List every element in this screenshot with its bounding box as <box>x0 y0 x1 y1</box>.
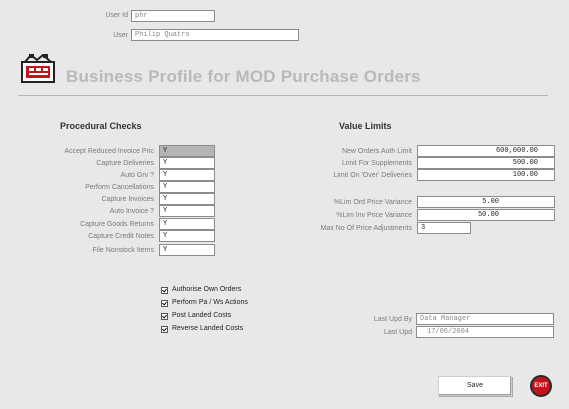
reverse-landed-costs-label: Reverse Landed Costs <box>172 325 244 332</box>
limit-over-deliveries-label: Limit On 'Over' Deliveries <box>333 172 412 179</box>
post-landed-costs-checkbox[interactable] <box>161 313 168 320</box>
title-divider <box>18 95 548 96</box>
capture-deliveries-field[interactable]: Y <box>159 157 215 169</box>
authorise-own-orders-checkbox[interactable] <box>161 287 168 294</box>
capture-goods-returns-label: Capture Goods Returns <box>80 221 154 228</box>
user-label: User <box>113 32 128 39</box>
lim-ord-price-variance-field[interactable]: 5.00 <box>417 196 555 208</box>
post-landed-costs-label: Post Landed Costs <box>172 312 232 319</box>
capture-credit-notes-field[interactable]: Y <box>159 230 215 242</box>
auto-grv-label: Auto Grv ? <box>120 172 154 179</box>
accept-reduced-invoice-label: Accept Reduced Invoice Pric <box>64 148 155 155</box>
capture-invoices-field[interactable]: Y <box>159 193 215 205</box>
authorise-own-orders-label: Authorise Own Orders <box>172 286 242 293</box>
perform-pa-ws-actions-checkbox[interactable] <box>161 300 168 307</box>
perform-cancellations-field[interactable]: Y <box>159 181 215 193</box>
lim-inv-price-variance-label: %Lim Inv Price Variance <box>336 212 412 219</box>
capture-invoices-label: Capture Invoices <box>101 196 154 203</box>
limit-for-supplements-label: Limit For Supplements <box>341 160 412 167</box>
last-upd-label: Last Upd <box>383 329 412 336</box>
perform-cancellations-label: Perform Cancellations <box>85 184 154 191</box>
auto-invoice-field[interactable]: Y <box>159 205 215 217</box>
file-nonstock-items-label: File Nonstock Items <box>92 247 154 254</box>
max-price-adjustments-field[interactable]: 3 <box>417 222 471 234</box>
lim-inv-price-variance-field[interactable]: 50.00 <box>417 209 555 221</box>
user-id-field: phr <box>131 10 215 22</box>
auto-invoice-label: Auto Invoice ? <box>109 208 154 215</box>
last-upd-by-label: Last Upd By <box>373 316 412 323</box>
perform-pa-ws-actions-label: Perform Pa / Ws Actions <box>172 299 248 306</box>
purchase-order-icon <box>21 53 59 84</box>
user-id-label: User Id <box>105 12 128 19</box>
limit-for-supplements-field[interactable]: 500.00 <box>417 157 555 169</box>
value-limits-heading: Value Limits <box>339 121 392 131</box>
capture-goods-returns-field[interactable]: Y <box>159 218 215 230</box>
file-nonstock-items-field[interactable]: Y <box>159 244 215 256</box>
lim-ord-price-variance-label: %Lim Ord Price Variance <box>333 199 412 206</box>
new-orders-auth-limit-label: New Orders Auth Limit <box>341 148 412 155</box>
user-name-field: Philip Quatro <box>131 29 299 41</box>
reverse-landed-costs-checkbox[interactable] <box>161 326 168 333</box>
exit-button[interactable]: EXIT <box>530 375 552 397</box>
max-price-adjustments-label: Max No Of Price Adjustments <box>320 225 412 232</box>
last-upd-field: 17/06/2004 <box>416 326 554 338</box>
limit-over-deliveries-field[interactable]: 100.00 <box>417 169 555 181</box>
accept-reduced-invoice-field[interactable]: Y <box>159 145 215 157</box>
capture-deliveries-label: Capture Deliveries <box>96 160 154 167</box>
page-title: Business Profile for MOD Purchase Orders <box>66 67 421 86</box>
procedural-checks-heading: Procedural Checks <box>60 121 142 131</box>
save-button[interactable]: Save <box>438 376 512 396</box>
capture-credit-notes-label: Capture Credit Notes <box>88 233 154 240</box>
auto-grv-field[interactable]: Y <box>159 169 215 181</box>
new-orders-auth-limit-field[interactable]: 600,000.00 <box>417 145 555 157</box>
last-upd-by-field: Data Manager <box>416 313 554 325</box>
